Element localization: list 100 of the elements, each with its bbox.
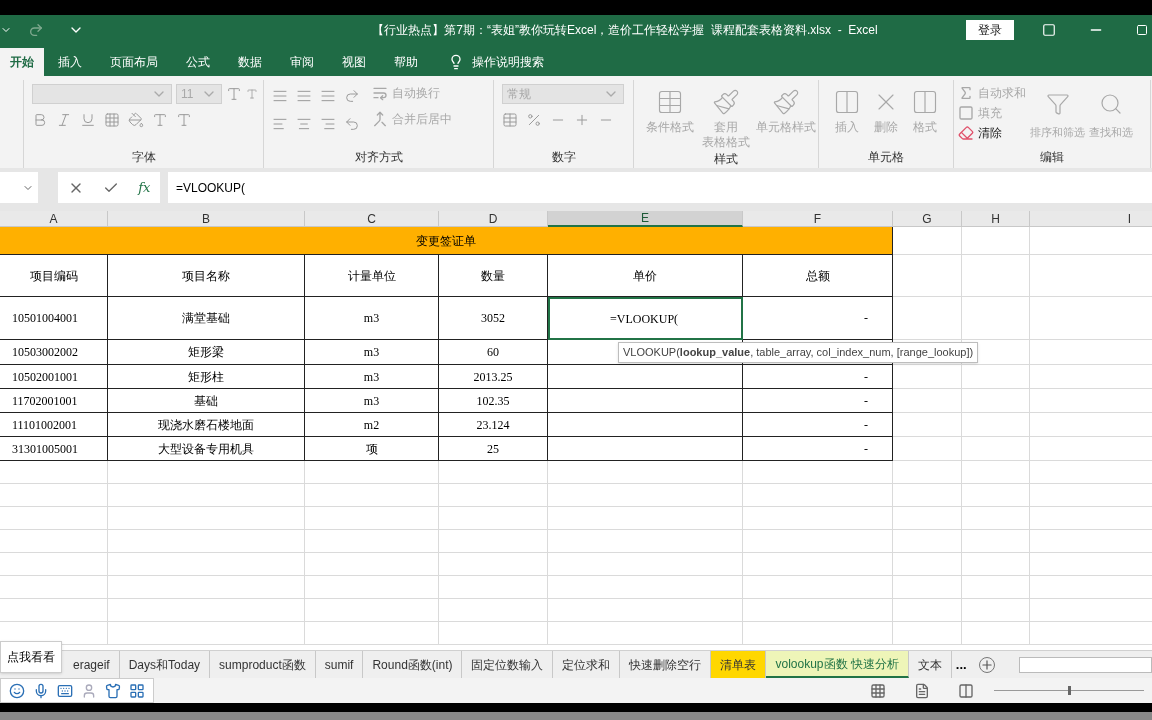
- normal-view-icon[interactable]: [870, 682, 886, 699]
- empty-cell: [893, 461, 962, 484]
- empty-cell: [962, 553, 1030, 576]
- table-cell: 2013.25: [439, 365, 548, 389]
- empty-cell: [893, 484, 962, 507]
- table-cell: -: [743, 413, 893, 437]
- ribbon-command-icon: [772, 88, 800, 116]
- table-cell: 10503002002: [0, 340, 108, 365]
- grid-icon[interactable]: [129, 682, 145, 699]
- ribbon-tab[interactable]: 开始: [0, 48, 44, 76]
- ribbon-tab[interactable]: 页面布局: [100, 48, 168, 76]
- align-center-icon[interactable]: [296, 116, 312, 132]
- empty-cell: [962, 227, 1030, 255]
- ribbon-command[interactable]: 清除: [958, 124, 1026, 142]
- empty-cell: [893, 437, 962, 461]
- bold-icon[interactable]: [32, 112, 48, 128]
- popup-button[interactable]: 点我看看: [0, 641, 62, 673]
- table-cell: m2: [305, 413, 439, 437]
- table-cell: 23.124: [439, 413, 548, 437]
- empty-cell: [893, 553, 962, 576]
- horizontal-scrollbar[interactable]: [1018, 656, 1152, 673]
- table-cell: 10502001001: [0, 365, 108, 389]
- ribbon-tab[interactable]: 公式: [176, 48, 220, 76]
- fill-icon: [958, 105, 974, 121]
- redo-icon[interactable]: [28, 22, 44, 38]
- table-cell: 60: [439, 340, 548, 365]
- zoom-slider[interactable]: [994, 686, 1144, 695]
- align-right-icon[interactable]: [320, 116, 336, 132]
- ribbon-display-icon[interactable]: [1042, 23, 1056, 37]
- ribbon-tab[interactable]: 帮助: [384, 48, 428, 76]
- border-icon[interactable]: [104, 112, 120, 128]
- table-cell: 矩形梁: [108, 340, 305, 365]
- empty-cell: [962, 484, 1030, 507]
- table-cell: 31301005001: [0, 437, 108, 461]
- table-cell: -: [743, 437, 893, 461]
- microphone-icon[interactable]: [33, 682, 49, 699]
- header-cell: 单价: [548, 255, 743, 297]
- empty-cell: [962, 297, 1030, 340]
- ribbon-tab[interactable]: 审阅: [280, 48, 324, 76]
- align-bottom-icon[interactable]: [320, 88, 336, 104]
- person-icon[interactable]: [81, 682, 97, 699]
- align-left-icon[interactable]: [272, 116, 288, 132]
- page-break-icon[interactable]: [958, 682, 974, 699]
- table-cell: 现浇水磨石楼地面: [108, 413, 305, 437]
- table-cell: -: [743, 389, 893, 413]
- table-cell: 10501004001: [0, 297, 108, 340]
- table-cell: 项: [305, 437, 439, 461]
- empty-cell: [962, 622, 1030, 645]
- group-label: 对齐方式: [354, 149, 403, 166]
- empty-cell: [962, 461, 1030, 484]
- percent-icon[interactable]: [526, 112, 542, 128]
- active-cell[interactable]: =VLOOKUP(: [548, 297, 743, 340]
- tell-me-search[interactable]: 操作说明搜索: [472, 53, 544, 71]
- ribbon-tab[interactable]: 数据: [228, 48, 272, 76]
- table-cell: m3: [305, 297, 439, 340]
- login-button[interactable]: 登录: [966, 20, 1014, 40]
- insert-function-button[interactable]: fx: [138, 177, 151, 198]
- ribbon-command-icon: [712, 88, 740, 116]
- empty-cell: [893, 389, 962, 413]
- table-cell: 11101002001: [0, 413, 108, 437]
- empty-cell: [893, 530, 962, 553]
- more-tabs[interactable]: ...: [955, 651, 967, 678]
- fill-color-icon[interactable]: [128, 112, 144, 128]
- underline-icon[interactable]: [80, 112, 96, 128]
- formula-field[interactable]: =VLOOKUP(: [168, 172, 1152, 203]
- column-header[interactable]: G: [893, 211, 962, 227]
- table-cell: 基础: [108, 389, 305, 413]
- table-cell: 大型设备专用机具: [108, 437, 305, 461]
- restore-icon[interactable]: [1136, 24, 1148, 36]
- table-cell: m3: [305, 340, 439, 365]
- title-cell: 变更签证单: [0, 227, 893, 255]
- sheet-tab[interactable]: 清单表: [711, 651, 767, 678]
- empty-cell: [893, 507, 962, 530]
- empty-cell: [893, 599, 962, 622]
- empty-cell: [962, 437, 1030, 461]
- empty-cell: [893, 413, 962, 437]
- sheet-tab[interactable]: volookup函数 快速分析: [766, 651, 909, 678]
- italic-icon[interactable]: [56, 112, 72, 128]
- align-middle-icon[interactable]: [296, 88, 312, 104]
- empty-cell: [893, 365, 962, 389]
- lightbulb-icon[interactable]: [448, 54, 464, 70]
- slider-thumb[interactable]: [1067, 686, 1071, 695]
- smiley-icon[interactable]: [9, 682, 25, 699]
- header-cell: 数量: [439, 255, 548, 297]
- table-cell: 102.35: [439, 389, 548, 413]
- column-header[interactable]: E: [548, 211, 743, 227]
- page-layout-icon[interactable]: [914, 682, 930, 699]
- shirt-icon[interactable]: [105, 682, 121, 699]
- empty-cell: [893, 576, 962, 599]
- align-top-icon[interactable]: [272, 88, 288, 104]
- keyboard-icon[interactable]: [57, 682, 73, 699]
- column-header[interactable]: I: [1030, 211, 1152, 227]
- ribbon-tab[interactable]: 插入: [48, 48, 92, 76]
- empty-cell: [962, 413, 1030, 437]
- empty-cell: [893, 255, 962, 297]
- header-cell: 项目名称: [108, 255, 305, 297]
- empty-cell: [962, 255, 1030, 297]
- ribbon-tab[interactable]: 视图: [332, 48, 376, 76]
- font-name-field[interactable]: [32, 84, 172, 104]
- column-header[interactable]: H: [962, 211, 1030, 227]
